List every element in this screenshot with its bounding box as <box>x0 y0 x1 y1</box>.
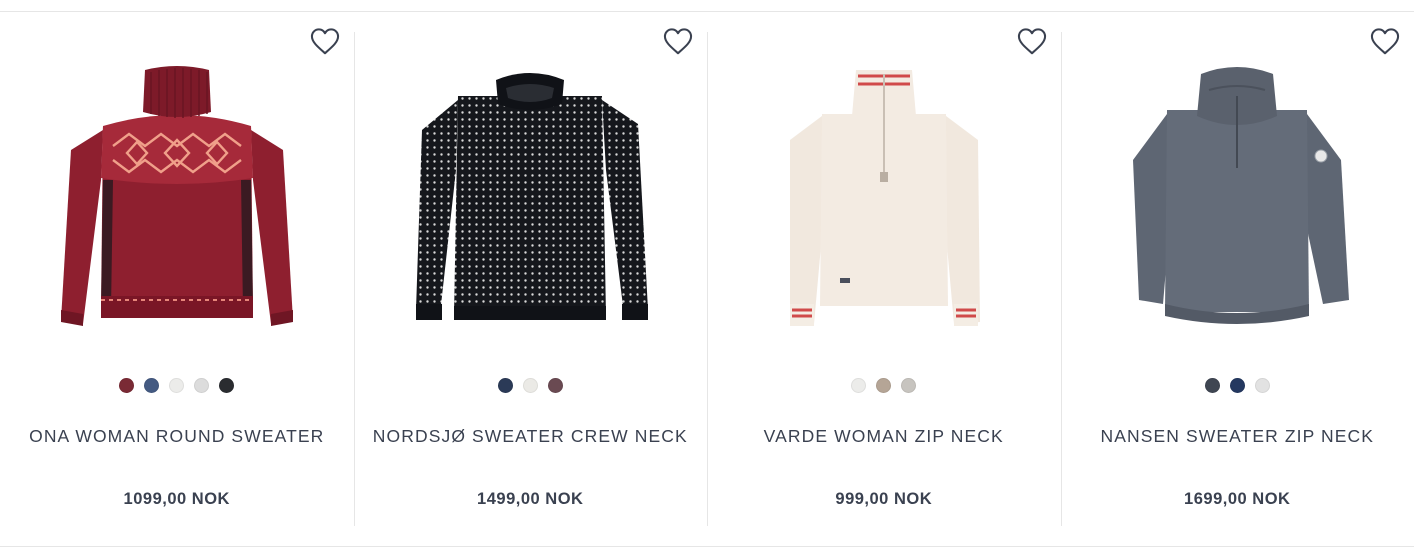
product-price: 1499,00 NOK <box>477 490 584 508</box>
favorite-button[interactable] <box>663 28 693 56</box>
product-card[interactable]: VARDE WOMAN ZIP NECK 999,00 NOK <box>707 12 1061 546</box>
product-card[interactable]: NANSEN SWEATER ZIP NECK 1699,00 NOK <box>1060 12 1415 546</box>
favorite-button[interactable] <box>310 28 340 56</box>
product-image[interactable] <box>410 60 650 360</box>
color-swatches <box>1061 378 1415 393</box>
heart-outline-icon <box>1370 28 1400 55</box>
color-swatch[interactable] <box>522 378 538 393</box>
color-swatch[interactable] <box>144 378 160 393</box>
bottom-divider <box>0 546 1414 547</box>
product-name[interactable]: ONA WOMAN ROUND SWEATER <box>0 426 354 447</box>
heart-outline-icon <box>310 28 339 55</box>
color-swatch[interactable] <box>1254 378 1270 393</box>
color-swatch[interactable] <box>547 378 563 393</box>
product-grid: ONA WOMAN ROUND SWEATER 1099,00 NOK NORD… <box>0 12 1414 546</box>
color-swatch[interactable] <box>851 378 867 393</box>
product-card[interactable]: ONA WOMAN ROUND SWEATER 1099,00 NOK <box>0 12 354 546</box>
color-swatches <box>0 378 354 393</box>
color-swatch[interactable] <box>1204 378 1220 393</box>
color-swatch[interactable] <box>169 378 185 393</box>
color-swatch[interactable] <box>119 378 135 393</box>
color-swatches <box>354 378 708 393</box>
color-swatch[interactable] <box>219 378 235 393</box>
favorite-button[interactable] <box>1370 28 1400 56</box>
heart-outline-icon <box>663 28 693 55</box>
product-name[interactable]: NANSEN SWEATER ZIP NECK <box>1061 426 1415 447</box>
product-card[interactable]: NORDSJØ SWEATER CREW NECK 1499,00 NOK <box>353 12 708 546</box>
product-name[interactable]: VARDE WOMAN ZIP NECK <box>707 426 1061 447</box>
product-price: 1099,00 NOK <box>123 490 230 508</box>
favorite-button[interactable] <box>1017 28 1047 56</box>
product-image[interactable] <box>764 60 1004 360</box>
product-price: 999,00 NOK <box>835 490 933 508</box>
heart-outline-icon <box>1017 28 1046 55</box>
color-swatches <box>707 378 1061 393</box>
color-swatch[interactable] <box>901 378 917 393</box>
product-price: 1699,00 NOK <box>1184 490 1291 508</box>
product-image[interactable] <box>57 60 297 360</box>
color-swatch[interactable] <box>1229 378 1245 393</box>
product-name[interactable]: NORDSJØ SWEATER CREW NECK <box>354 426 708 447</box>
product-image[interactable] <box>1117 60 1357 360</box>
color-swatch[interactable] <box>497 378 513 393</box>
color-swatch[interactable] <box>876 378 892 393</box>
color-swatch[interactable] <box>194 378 210 393</box>
